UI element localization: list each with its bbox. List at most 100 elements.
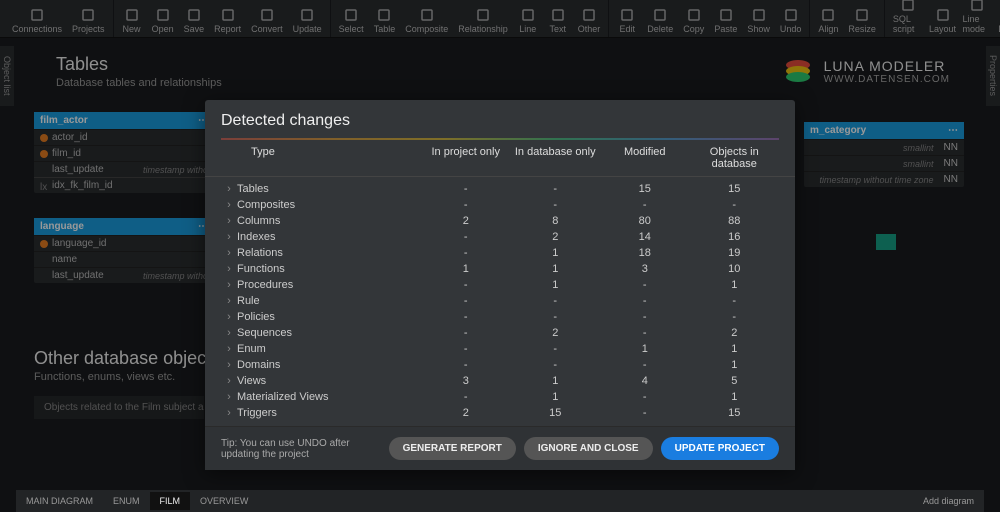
change-type: Materialized Views	[237, 391, 421, 403]
change-type: Triggers	[237, 407, 421, 419]
dialog-title: Detected changes	[205, 100, 795, 138]
db-only: 1	[511, 279, 601, 291]
chevron-right-icon: ›	[221, 391, 237, 403]
chevron-right-icon: ›	[221, 375, 237, 387]
obj-in-db: 88	[690, 215, 780, 227]
obj-in-db: 16	[690, 231, 780, 243]
change-row[interactable]: ›Sequences-2-2	[221, 325, 779, 341]
db-only: 1	[511, 247, 601, 259]
divider	[221, 138, 779, 140]
change-row[interactable]: ›Triggers215-15	[221, 405, 779, 421]
change-type: Policies	[237, 311, 421, 323]
changes-list[interactable]: ›Tables--1515›Composites----›Columns2880…	[205, 177, 795, 426]
db-only: -	[511, 343, 601, 355]
db-only: -	[511, 295, 601, 307]
modified: 4	[600, 375, 690, 387]
change-type: Composites	[237, 199, 421, 211]
proj-only: -	[421, 247, 511, 259]
chevron-right-icon: ›	[221, 199, 237, 211]
change-row[interactable]: ›Functions11310	[221, 261, 779, 277]
chevron-right-icon: ›	[221, 279, 237, 291]
diagram-tab[interactable]: FILM	[150, 492, 191, 510]
chevron-right-icon: ›	[221, 343, 237, 355]
diagram-tab[interactable]: MAIN DIAGRAM	[16, 492, 103, 510]
modified: 80	[600, 215, 690, 227]
change-type: Procedures	[237, 279, 421, 291]
proj-only: -	[421, 327, 511, 339]
proj-only: -	[421, 231, 511, 243]
update-project-button[interactable]: UPDATE PROJECT	[661, 437, 779, 460]
change-row[interactable]: ›Relations-11819	[221, 245, 779, 261]
change-type: Rule	[237, 295, 421, 307]
change-row[interactable]: ›Policies----	[221, 309, 779, 325]
diagram-tab[interactable]: ENUM	[103, 492, 150, 510]
obj-in-db: -	[690, 295, 780, 307]
proj-only: 3	[421, 375, 511, 387]
col-header: In database only	[511, 146, 601, 170]
generate-report-button[interactable]: GENERATE REPORT	[389, 437, 516, 460]
table-header-row: Type In project only In database only Mo…	[205, 140, 795, 177]
change-row[interactable]: ›Enum--11	[221, 341, 779, 357]
db-only: 1	[511, 391, 601, 403]
tip-text: Tip: You can use UNDO after updating the…	[221, 438, 381, 460]
chevron-right-icon: ›	[221, 263, 237, 275]
db-only: 1	[511, 263, 601, 275]
change-row[interactable]: ›Materialized Views-1-1	[221, 389, 779, 405]
modified: 1	[600, 343, 690, 355]
dialog-footer: Tip: You can use UNDO after updating the…	[205, 426, 795, 470]
diagram-tab[interactable]: OVERVIEW	[190, 492, 258, 510]
change-type: Domains	[237, 359, 421, 371]
col-header: Type	[221, 146, 421, 170]
modified: -	[600, 359, 690, 371]
col-header: Modified	[600, 146, 690, 170]
chevron-right-icon: ›	[221, 407, 237, 419]
db-only: -	[511, 359, 601, 371]
proj-only: 2	[421, 407, 511, 419]
change-type: Indexes	[237, 231, 421, 243]
db-only: 2	[511, 231, 601, 243]
change-type: Columns	[237, 215, 421, 227]
db-only: 15	[511, 407, 601, 419]
modified: -	[600, 327, 690, 339]
change-row[interactable]: ›Columns288088	[221, 213, 779, 229]
obj-in-db: 10	[690, 263, 780, 275]
change-row[interactable]: ›Views3145	[221, 373, 779, 389]
obj-in-db: 19	[690, 247, 780, 259]
db-only: 2	[511, 327, 601, 339]
modified: 15	[600, 183, 690, 195]
modified: 3	[600, 263, 690, 275]
change-row[interactable]: ›Domains---1	[221, 357, 779, 373]
change-row[interactable]: ›Indexes-21416	[221, 229, 779, 245]
obj-in-db: 15	[690, 183, 780, 195]
obj-in-db: 2	[690, 327, 780, 339]
change-type: Tables	[237, 183, 421, 195]
change-type: Sequences	[237, 327, 421, 339]
db-only: -	[511, 183, 601, 195]
modified: -	[600, 407, 690, 419]
ignore-close-button[interactable]: IGNORE AND CLOSE	[524, 437, 653, 460]
change-row[interactable]: ›Tables--1515	[221, 181, 779, 197]
proj-only: 2	[421, 215, 511, 227]
proj-only: -	[421, 199, 511, 211]
col-header: In project only	[421, 146, 511, 170]
proj-only: -	[421, 183, 511, 195]
change-row[interactable]: ›Rule----	[221, 293, 779, 309]
modified: -	[600, 295, 690, 307]
change-row[interactable]: ›Procedures-1-1	[221, 277, 779, 293]
chevron-right-icon: ›	[221, 215, 237, 227]
db-only: 1	[511, 375, 601, 387]
obj-in-db: 1	[690, 391, 780, 403]
obj-in-db: 15	[690, 407, 780, 419]
change-type: Relations	[237, 247, 421, 259]
proj-only: -	[421, 279, 511, 291]
obj-in-db: -	[690, 199, 780, 211]
chevron-right-icon: ›	[221, 359, 237, 371]
db-only: -	[511, 199, 601, 211]
change-row[interactable]: ›Composites----	[221, 197, 779, 213]
add-diagram-button[interactable]: Add diagram	[913, 492, 984, 510]
proj-only: -	[421, 359, 511, 371]
proj-only: -	[421, 311, 511, 323]
chevron-right-icon: ›	[221, 247, 237, 259]
proj-only: 1	[421, 263, 511, 275]
chevron-right-icon: ›	[221, 231, 237, 243]
